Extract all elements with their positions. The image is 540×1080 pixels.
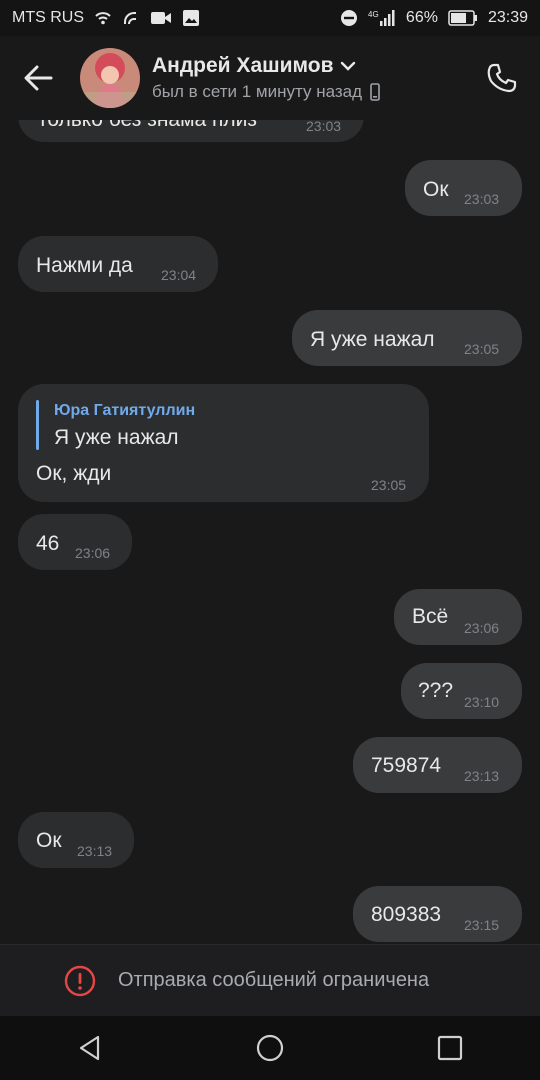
- do-not-disturb-icon: [340, 9, 358, 27]
- clock: 23:39: [487, 9, 528, 26]
- restriction-text: Отправка сообщений ограничена: [118, 969, 430, 991]
- wifi-calling-icon: [94, 10, 112, 26]
- back-arrow-icon: [24, 65, 53, 91]
- message-time: 23:03: [464, 191, 500, 207]
- message-time: 23:05: [371, 477, 407, 493]
- battery-icon: [448, 10, 478, 26]
- message-bubble-out[interactable]: ??? 23:10: [401, 663, 522, 719]
- nav-recents-icon: [437, 1035, 463, 1061]
- nav-back-icon: [79, 1035, 100, 1061]
- message-bubble-in[interactable]: 46 23:06: [18, 514, 132, 570]
- message-time: 23:10: [464, 694, 500, 710]
- message-bubble-out[interactable]: Ок 23:03: [405, 160, 522, 216]
- mobile-device-icon: [370, 83, 380, 101]
- message-bubble-out[interactable]: 809383 23:15: [353, 886, 522, 942]
- message-bubble-reply[interactable]: Юра Гатиятуллин Я уже нажал Ок, жди 23:0…: [18, 384, 429, 502]
- video-camera-icon: [150, 10, 172, 26]
- nav-home-button[interactable]: [240, 1018, 300, 1078]
- message-bubble-out[interactable]: 759874 23:13: [353, 737, 522, 793]
- back-button[interactable]: [16, 56, 60, 100]
- message-text: Ок: [36, 829, 62, 852]
- message-time: 23:06: [75, 545, 111, 561]
- message-time: 23:13: [77, 843, 113, 859]
- system-navigation-bar: [0, 1016, 540, 1080]
- wifi-icon: [122, 10, 140, 26]
- message-text: ???: [418, 679, 454, 702]
- reply-quote-text: Я уже нажал: [54, 426, 179, 449]
- message-text: Ок: [423, 178, 449, 201]
- gallery-icon: [182, 9, 200, 27]
- message-text: только без знама плиз: [38, 120, 257, 132]
- message-time: 23:13: [464, 768, 500, 784]
- message-bubble-in[interactable]: только без знама плиз 23:03: [18, 120, 364, 142]
- message-bubble-out[interactable]: Всё 23:06: [394, 589, 522, 645]
- chat-header: Андрей Хашимов был в сети 1 минуту назад: [0, 36, 540, 120]
- message-time: 23:15: [464, 917, 500, 933]
- nav-recents-button[interactable]: [420, 1018, 480, 1078]
- carrier-label: MTS RUS: [12, 9, 84, 26]
- message-bubble-out[interactable]: Я уже нажал 23:05: [292, 310, 522, 366]
- message-text: 759874: [371, 754, 442, 777]
- message-list[interactable]: только без знама плиз 23:03 Ок 23:03 Наж…: [0, 120, 540, 944]
- message-text: Всё: [412, 605, 449, 628]
- message-text: 46: [36, 532, 60, 555]
- message-time: 23:05: [464, 341, 500, 357]
- message-time: 23:03: [306, 120, 342, 134]
- status-bar: MTS RUS 4G 66% 23:39: [0, 0, 540, 36]
- message-time: 23:06: [464, 620, 500, 636]
- nav-back-button[interactable]: [60, 1018, 120, 1078]
- message-time: 23:04: [161, 267, 197, 283]
- message-text: 809383: [371, 903, 442, 926]
- message-text: Нажми да: [36, 254, 133, 277]
- nav-home-icon: [256, 1034, 284, 1062]
- message-text: Ок, жди: [36, 462, 112, 485]
- reply-author[interactable]: Юра Гатиятуллин: [54, 402, 195, 420]
- signal-icon: 4G: [368, 9, 396, 27]
- message-bubble-in[interactable]: Нажми да 23:04: [18, 236, 218, 292]
- message-text: Я уже нажал: [310, 328, 435, 351]
- last-seen-status: был в сети 1 минуту назад: [152, 82, 363, 101]
- contact-name[interactable]: Андрей Хашимов: [152, 54, 480, 78]
- message-bubble-in[interactable]: Ок 23:13: [18, 812, 134, 868]
- chevron-down-icon: [340, 61, 355, 71]
- messaging-restricted-banner: Отправка сообщений ограничена: [0, 944, 540, 1016]
- avatar[interactable]: [80, 48, 140, 108]
- phone-icon: [487, 63, 517, 93]
- alert-icon: [64, 965, 96, 996]
- battery-percent: 66%: [405, 9, 438, 26]
- reply-quote-bar: [36, 400, 39, 450]
- network-label: 4G: [368, 10, 379, 19]
- contact-name-text: Андрей Хашимов: [152, 54, 334, 77]
- call-button[interactable]: [480, 56, 524, 100]
